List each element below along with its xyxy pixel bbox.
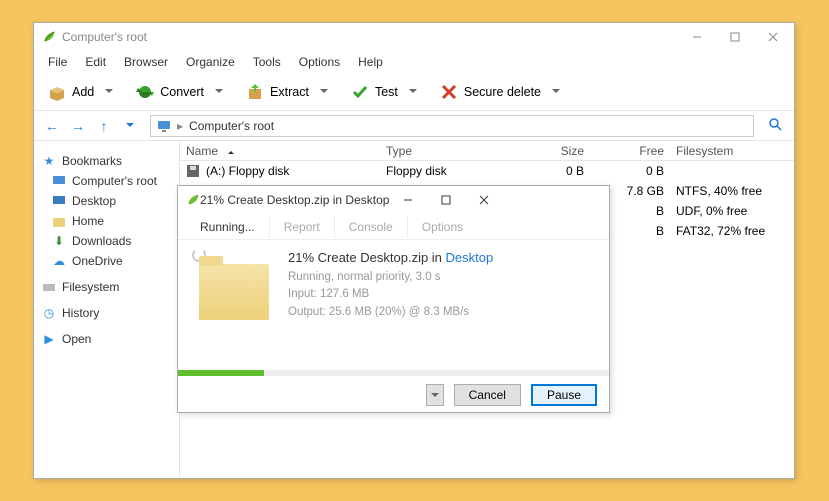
tab-console[interactable]: Console <box>335 216 408 238</box>
progress-bar <box>178 370 609 376</box>
sort-asc-icon <box>228 148 234 154</box>
sidebar-history[interactable]: ◷History <box>34 303 179 323</box>
nav-forward[interactable]: → <box>66 114 90 138</box>
maximize-button[interactable] <box>716 24 754 50</box>
col-size[interactable]: Size <box>490 144 590 158</box>
menubar: File Edit Browser Organize Tools Options… <box>34 51 794 73</box>
list-header: Name Type Size Free Filesystem <box>180 141 794 161</box>
address-field[interactable]: ▸ Computer's root <box>150 115 754 137</box>
desktop-icon <box>52 194 66 208</box>
col-free[interactable]: Free <box>590 144 670 158</box>
download-icon: ⬇ <box>52 234 66 248</box>
dialog-maximize-button[interactable] <box>427 187 465 213</box>
dialog-tabs: Running... Report Console Options <box>178 214 609 240</box>
toolbar: Add Convert Extract Test Secure delete <box>34 73 794 111</box>
toolbar-extract-label: Extract <box>270 85 309 99</box>
sidebar: ★Bookmarks Computer's root Desktop Home … <box>34 141 180 478</box>
progress-status: Running, normal priority, 3.0 s <box>288 269 493 286</box>
app-icon <box>42 30 56 44</box>
clock-icon: ◷ <box>42 306 56 320</box>
progress-headline: 21% Create Desktop.zip in Desktop <box>288 250 493 265</box>
toolbar-secure-delete[interactable]: Secure delete <box>432 79 549 105</box>
search-button[interactable] <box>762 117 788 134</box>
toolbar-add-label: Add <box>72 85 94 99</box>
search-icon <box>768 117 782 131</box>
convert-icon <box>136 83 154 101</box>
tab-running[interactable]: Running... <box>186 216 270 238</box>
dialog-title: 21% Create Desktop.zip in Desktop <box>200 193 389 207</box>
folder-icon <box>199 264 269 320</box>
toolbar-test-label: Test <box>375 85 398 99</box>
toolbar-secure-delete-drop[interactable] <box>551 82 561 101</box>
menu-edit[interactable]: Edit <box>77 53 114 71</box>
address-text: Computer's root <box>189 119 274 133</box>
sidebar-item-computers-root[interactable]: Computer's root <box>34 171 179 191</box>
sidebar-open[interactable]: ▶Open <box>34 329 179 349</box>
cancel-button[interactable]: Cancel <box>454 384 521 406</box>
home-folder-icon <box>52 214 66 228</box>
nav-up[interactable]: ↑ <box>92 114 116 138</box>
play-icon: ▶ <box>42 332 56 346</box>
nav-back[interactable]: ← <box>40 114 64 138</box>
col-type[interactable]: Type <box>380 144 490 158</box>
computer-icon <box>52 174 66 188</box>
titlebar: Computer's root <box>34 23 794 51</box>
x-icon <box>440 83 458 101</box>
minimize-button[interactable] <box>678 24 716 50</box>
toolbar-add[interactable]: Add <box>40 79 102 105</box>
toolbar-extract[interactable]: Extract <box>238 79 317 105</box>
sidebar-item-desktop[interactable]: Desktop <box>34 191 179 211</box>
location-bar: ← → ↑ ▸ Computer's root <box>34 111 794 141</box>
toolbar-convert[interactable]: Convert <box>128 79 212 105</box>
col-filesystem[interactable]: Filesystem <box>670 144 794 158</box>
menu-help[interactable]: Help <box>350 53 391 71</box>
dialog-close-button[interactable] <box>465 187 503 213</box>
sidebar-bookmarks[interactable]: ★Bookmarks <box>34 151 179 171</box>
computer-icon <box>157 119 171 133</box>
toolbar-convert-drop[interactable] <box>214 82 224 101</box>
toolbar-test[interactable]: Test <box>343 79 406 105</box>
toolbar-test-drop[interactable] <box>408 82 418 101</box>
menu-file[interactable]: File <box>40 53 75 71</box>
destination-link[interactable]: Desktop <box>446 250 494 265</box>
star-icon: ★ <box>42 154 56 168</box>
pause-button[interactable]: Pause <box>531 384 597 406</box>
check-icon <box>351 83 369 101</box>
box-out-icon <box>246 83 264 101</box>
sidebar-filesystem[interactable]: Filesystem <box>34 277 179 297</box>
close-button[interactable] <box>754 24 792 50</box>
progress-input: Input: 127.6 MB <box>288 286 493 303</box>
nav-history-drop[interactable] <box>118 114 142 138</box>
toolbar-add-drop[interactable] <box>104 82 114 101</box>
menu-browser[interactable]: Browser <box>116 53 176 71</box>
menu-options[interactable]: Options <box>291 53 348 71</box>
sidebar-item-downloads[interactable]: ⬇Downloads <box>34 231 179 251</box>
progress-bar-fill <box>178 370 264 376</box>
progress-output: Output: 25.6 MB (20%) @ 8.3 MB/s <box>288 304 493 321</box>
toolbar-secure-delete-label: Secure delete <box>464 85 541 99</box>
menu-organize[interactable]: Organize <box>178 53 243 71</box>
drive-icon <box>42 280 56 294</box>
tab-report[interactable]: Report <box>270 216 335 238</box>
toolbar-extract-drop[interactable] <box>319 82 329 101</box>
sidebar-item-onedrive[interactable]: ☁OneDrive <box>34 251 179 271</box>
toolbar-convert-label: Convert <box>160 85 204 99</box>
sidebar-item-home[interactable]: Home <box>34 211 179 231</box>
tab-options[interactable]: Options <box>408 216 477 238</box>
dialog-titlebar: 21% Create Desktop.zip in Desktop <box>178 186 609 214</box>
menu-tools[interactable]: Tools <box>245 53 289 71</box>
dialog-more-button[interactable] <box>426 384 444 406</box>
cloud-icon: ☁ <box>52 254 66 268</box>
box-open-icon <box>48 83 66 101</box>
progress-dialog: 21% Create Desktop.zip in Desktop Runnin… <box>177 185 610 413</box>
table-row[interactable]: (A:) Floppy disk Floppy disk 0 B 0 B <box>180 161 794 181</box>
dialog-minimize-button[interactable] <box>389 187 427 213</box>
window-title: Computer's root <box>62 30 678 44</box>
app-icon <box>186 193 200 207</box>
col-name[interactable]: Name <box>180 144 380 158</box>
floppy-icon <box>186 164 200 178</box>
